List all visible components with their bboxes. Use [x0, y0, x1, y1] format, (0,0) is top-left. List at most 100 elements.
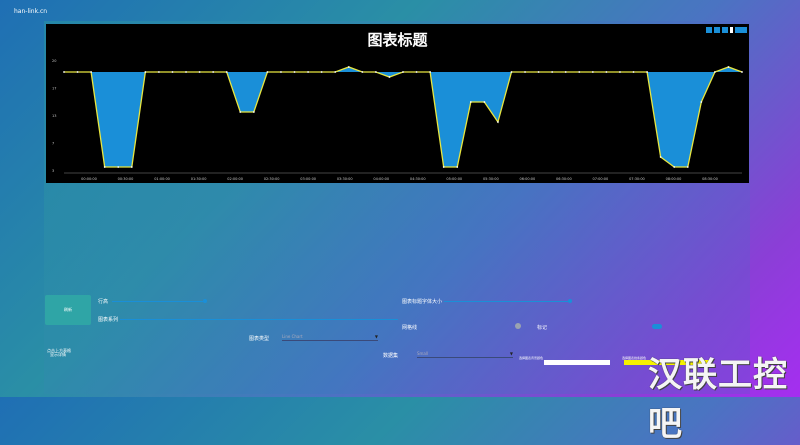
series-label: 图表系列: [98, 317, 119, 323]
data-point: [673, 166, 676, 168]
x-tick-label: 08:30:00: [702, 177, 718, 181]
x-tick-label: 02:00:00: [227, 177, 243, 181]
data-point: [293, 71, 296, 73]
zoom-icon[interactable]: [722, 27, 728, 33]
dataset-select[interactable]: Small ▼: [417, 351, 513, 358]
data-point: [63, 71, 65, 73]
title-font-size-slider-knob[interactable]: [568, 299, 572, 303]
restore-icon[interactable]: [714, 27, 720, 33]
data-point: [347, 66, 350, 68]
x-tick-label: 05:30:00: [483, 177, 499, 181]
y-tick-label: 13: [52, 114, 56, 118]
fullscreen-icon[interactable]: [735, 27, 747, 33]
data-point: [171, 71, 174, 73]
data-point: [469, 101, 472, 103]
data-point: [307, 71, 309, 73]
data-point: [551, 71, 554, 73]
data-point: [659, 156, 662, 158]
x-tick-label: 00:30:00: [118, 177, 134, 181]
grid-toggle[interactable]: [515, 323, 521, 329]
chart-type-label: 图表类型: [249, 336, 270, 342]
data-point: [117, 166, 120, 168]
watermark-logo: 汉联工控吧: [648, 355, 788, 444]
x-tick-label: 06:30:00: [556, 177, 572, 181]
x-tick-label: 01:30:00: [191, 177, 207, 181]
chart-title: 图表标题: [367, 31, 428, 49]
data-point: [537, 71, 540, 73]
x-tick-label: 05:00:00: [446, 177, 462, 181]
series-slider[interactable]: [120, 319, 398, 320]
chart-type-value: Line Chart: [282, 334, 303, 339]
x-tick-label: 08:00:00: [666, 177, 682, 181]
data-point: [632, 71, 635, 73]
marker-toggle-label: 标记: [537, 325, 548, 331]
background-color-picker[interactable]: [544, 360, 610, 365]
site-host: han-link.cn: [14, 8, 48, 15]
data-point: [90, 71, 93, 73]
title-font-size-slider[interactable]: [444, 301, 571, 302]
bg-color-note: 选择图表背景颜色: [519, 356, 544, 360]
data-point: [130, 166, 133, 168]
data-point: [402, 71, 404, 73]
row-height-slider-knob[interactable]: [203, 299, 207, 303]
x-tick-label: 07:30:00: [629, 177, 645, 181]
chevron-down-icon: ▼: [509, 351, 513, 356]
data-point: [334, 71, 337, 73]
x-tick-label: 01:00:00: [154, 177, 170, 181]
data-point: [320, 71, 323, 73]
data-point: [185, 71, 187, 73]
data-point: [686, 166, 689, 168]
data-point: [741, 71, 743, 73]
marker-toggle[interactable]: [652, 324, 662, 329]
data-point: [619, 71, 621, 73]
data-point: [456, 166, 459, 168]
chevron-down-icon: ▼: [374, 334, 378, 339]
data-view-icon[interactable]: [706, 27, 712, 33]
data-point: [429, 71, 432, 73]
title-font-size-label: 图表标题字体大小: [402, 299, 443, 305]
chart-toolbox: [706, 27, 747, 33]
series-area: [64, 67, 742, 167]
data-point: [578, 71, 581, 73]
data-point: [252, 111, 255, 113]
data-point: [700, 101, 703, 103]
x-tick-label: 03:30:00: [337, 177, 353, 181]
data-point: [76, 71, 79, 73]
data-point: [239, 111, 242, 113]
series-line: [64, 66, 743, 168]
dataset-label: 数据集: [383, 353, 399, 359]
data-point: [564, 71, 567, 73]
data-point: [198, 71, 201, 73]
data-point: [225, 71, 228, 73]
data-point: [158, 71, 160, 73]
x-tick-label: 00:00:00: [81, 177, 97, 181]
data-point: [361, 71, 364, 73]
data-point: [103, 166, 106, 168]
chart-container: 20 17 13 7 3 00:00:00 00:30:00 01:00:00 01:30:00…: [46, 24, 749, 183]
data-point: [483, 101, 486, 103]
y-tick-label: 20: [52, 59, 56, 63]
data-point: [374, 71, 377, 73]
data-point: [442, 166, 445, 168]
dataset-value: Small: [417, 351, 429, 356]
left-note-2: 显示详情: [50, 352, 66, 357]
chart-type-select[interactable]: Line Chart ▼: [282, 334, 378, 341]
refresh-button[interactable]: 刷新: [45, 295, 91, 325]
data-point: [266, 71, 269, 73]
data-point: [510, 71, 513, 73]
data-point: [605, 71, 608, 73]
x-tick-label: 06:00:00: [519, 177, 535, 181]
data-point: [212, 71, 215, 73]
row-height-label: 行高: [98, 299, 109, 305]
data-point: [591, 71, 594, 73]
data-point: [524, 71, 526, 73]
row-height-slider[interactable]: [112, 301, 206, 302]
data-point: [144, 71, 147, 73]
data-point: [713, 71, 716, 73]
data-point: [388, 76, 391, 78]
y-tick-label: 7: [52, 142, 54, 146]
save-image-icon[interactable]: [730, 27, 733, 33]
y-tick-label: 3: [52, 169, 54, 173]
data-point: [497, 121, 499, 123]
grid-toggle-label: 网格线: [402, 325, 418, 331]
